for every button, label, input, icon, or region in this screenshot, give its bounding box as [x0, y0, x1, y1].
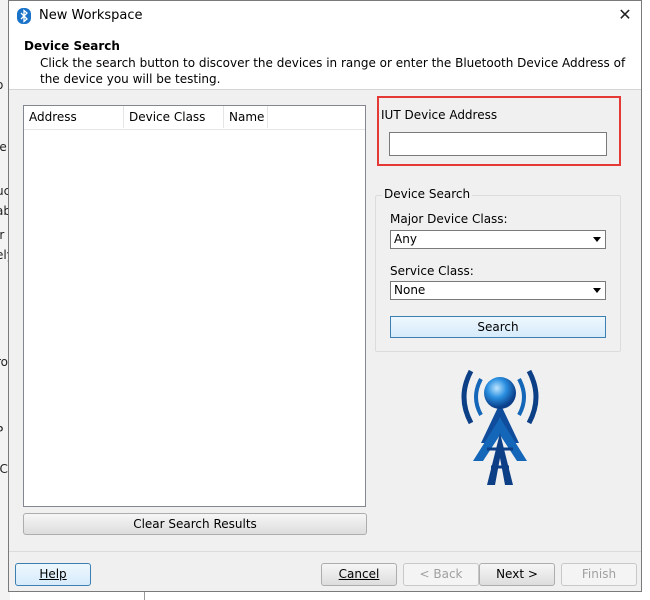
- devices-list[interactable]: Address Device Class Name: [23, 105, 366, 507]
- major-device-class-value: Any: [394, 232, 417, 246]
- page-title: Device Search: [24, 39, 120, 53]
- chevron-down-icon: [593, 288, 601, 293]
- iut-device-address-box: IUT Device Address: [377, 96, 621, 166]
- next-button-label: Next >: [496, 567, 538, 581]
- help-button[interactable]: Help: [15, 563, 91, 586]
- background-text: ie: [0, 140, 7, 154]
- column-header-address[interactable]: Address: [24, 106, 124, 128]
- window-title: New Workspace: [39, 8, 143, 23]
- service-class-label: Service Class:: [390, 264, 474, 278]
- wireless-tower-logo: [461, 369, 539, 485]
- footer-divider: [9, 551, 641, 552]
- close-icon[interactable]: ✕: [617, 6, 633, 24]
- iut-device-address-label: IUT Device Address: [381, 108, 498, 122]
- device-search-group-label: Device Search: [382, 187, 473, 201]
- major-device-class-label: Major Device Class:: [390, 212, 508, 226]
- page-description: Click the search button to discover the …: [40, 56, 626, 86]
- title-bar: New Workspace ✕: [9, 1, 641, 31]
- major-device-class-select[interactable]: Any: [390, 230, 606, 249]
- finish-button-label: Finish: [581, 567, 617, 581]
- finish-button[interactable]: Finish: [561, 563, 637, 586]
- devices-list-header: Address Device Class Name: [24, 106, 365, 130]
- new-workspace-dialog: New Workspace ✕ Device Search Click the …: [8, 0, 642, 592]
- wizard-header: Device Search Click the search button to…: [9, 31, 641, 90]
- background-text: ro: [0, 355, 9, 369]
- background-text: o: [0, 78, 3, 92]
- back-button-label: < Back: [419, 567, 463, 581]
- cancel-button-label: Cancel: [338, 567, 380, 581]
- chevron-down-icon: [593, 237, 601, 242]
- iut-device-address-input[interactable]: [389, 132, 607, 156]
- help-button-label: Help: [39, 567, 67, 581]
- background-text: ir: [0, 228, 5, 242]
- column-header-name[interactable]: Name: [224, 106, 268, 128]
- search-button[interactable]: Search: [390, 316, 606, 338]
- background-text: IC: [0, 462, 8, 476]
- cancel-button[interactable]: Cancel: [321, 563, 397, 586]
- next-button[interactable]: Next >: [479, 563, 555, 586]
- column-header-device-class[interactable]: Device Class: [124, 106, 224, 128]
- service-class-value: None: [394, 283, 426, 297]
- bluetooth-icon: [17, 8, 31, 24]
- device-search-group: Device Search Major Device Class: Any Se…: [375, 187, 621, 352]
- back-button[interactable]: < Back: [403, 563, 479, 586]
- service-class-select[interactable]: None: [390, 281, 606, 300]
- clear-search-results-button[interactable]: Clear Search Results: [23, 513, 367, 535]
- background-text: P: [0, 424, 3, 438]
